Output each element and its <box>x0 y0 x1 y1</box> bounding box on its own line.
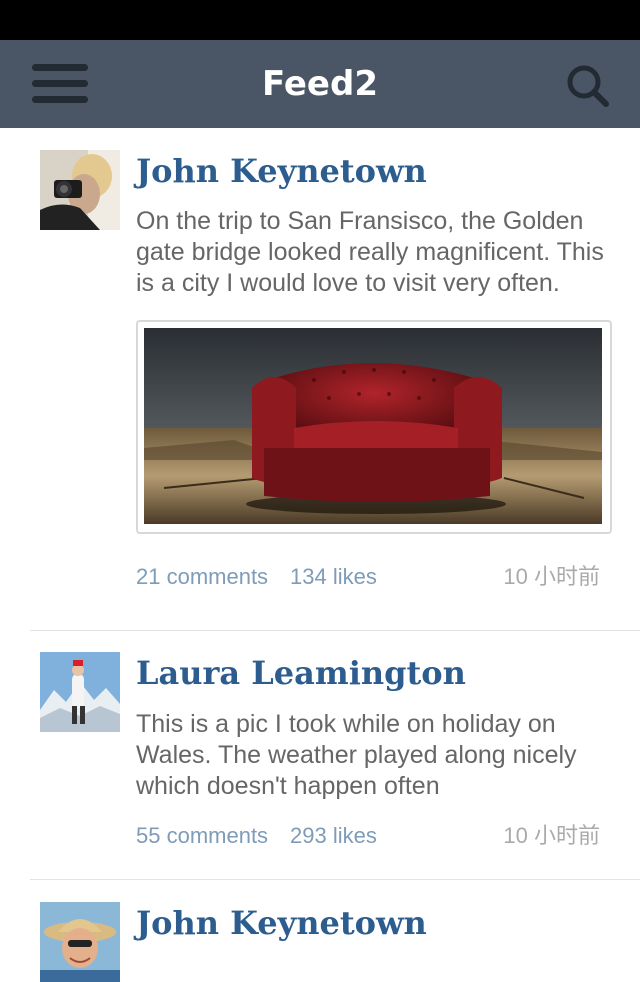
search-icon[interactable] <box>566 64 610 108</box>
post-image <box>144 328 602 524</box>
feed-post: John Keynetown On the trip to San Fransi… <box>0 128 640 630</box>
avatar[interactable] <box>40 902 120 982</box>
nav-bar: Feed2 <box>0 40 640 128</box>
post-meta: 55 comments 293 likes 10 小时前 <box>136 821 600 851</box>
avatar[interactable] <box>40 150 120 230</box>
post-text: This is a pic I took while on holiday on… <box>136 710 577 800</box>
post-image-frame[interactable] <box>136 320 612 534</box>
likes-link[interactable]: 134 likes <box>290 562 377 592</box>
post-author[interactable]: Laura Leamington <box>136 652 466 694</box>
post-author[interactable]: John Keynetown <box>136 902 427 944</box>
post-time: 10 小时前 <box>503 823 600 848</box>
post-text: On the trip to San Fransisco, the Golden… <box>136 207 604 297</box>
post-author[interactable]: John Keynetown <box>136 150 427 192</box>
feed-post: Laura Leamington This is a pic I took wh… <box>0 631 640 879</box>
comments-link[interactable]: 21 comments <box>136 562 268 592</box>
comments-link[interactable]: 55 comments <box>136 821 268 851</box>
status-bar <box>0 0 640 40</box>
avatar[interactable] <box>40 652 120 732</box>
post-meta: 21 comments 134 likes 10 小时前 <box>136 562 600 592</box>
feed-post: John Keynetown <box>0 880 640 982</box>
page-title: Feed2 <box>262 64 378 104</box>
likes-link[interactable]: 293 likes <box>290 821 377 851</box>
post-time: 10 小时前 <box>503 564 600 589</box>
